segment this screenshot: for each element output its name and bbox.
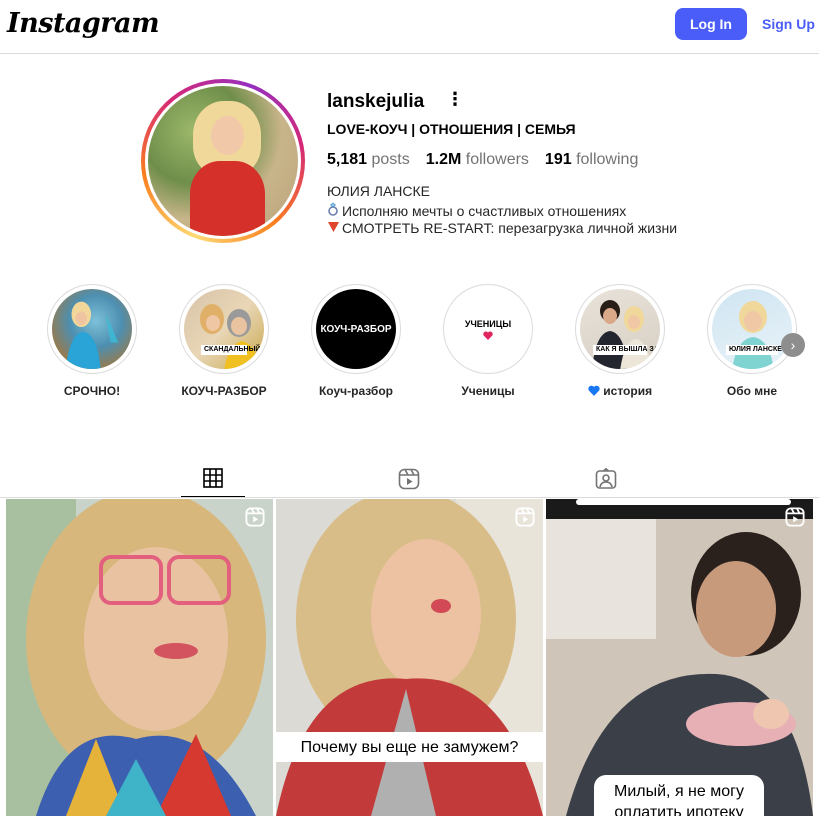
highlight-label: Обо мне bbox=[726, 384, 778, 398]
highlight-cover bbox=[52, 289, 132, 369]
posts-stat: 5,181 posts bbox=[327, 151, 410, 169]
highlight-cover: УЧЕНИЦЫ bbox=[448, 289, 528, 369]
post-image bbox=[276, 499, 543, 816]
highlight-cover: СКАНДАЛЬНЫЙ РАЗВОД bbox=[184, 289, 264, 369]
highlight-couch-razbor[interactable]: КОУЧ-РАЗБОР Коуч-разбор bbox=[306, 284, 406, 398]
highlights-next-arrow-icon[interactable]: › bbox=[781, 333, 805, 357]
blue-heart-icon bbox=[588, 385, 600, 396]
post-image bbox=[546, 499, 813, 816]
post-tile-2[interactable]: Почему вы еще не замужем? bbox=[276, 499, 543, 816]
highlight-label-text: история bbox=[603, 384, 653, 398]
highlight-label: Коуч-разбор bbox=[318, 384, 394, 398]
post-tile-1[interactable] bbox=[6, 499, 273, 816]
post-caption: Почему вы еще не замужем? bbox=[276, 732, 543, 762]
posts-label: posts bbox=[371, 151, 410, 168]
highlight-tag: ЮЛИЯ ЛАНСКЕ bbox=[726, 345, 782, 355]
reel-badge-icon bbox=[245, 507, 265, 527]
post-tile-3[interactable]: Милый, я не могу оплатить ипотеку bbox=[546, 499, 813, 816]
signup-link[interactable]: Sign Up bbox=[762, 16, 815, 32]
highlight-label: СРОЧНО! bbox=[63, 384, 121, 398]
bio-line-2: СМОТРЕТЬ RE-START: перезагрузка личной ж… bbox=[327, 220, 677, 236]
highlight-istoriya[interactable]: КАК Я ВЫШЛА ЗАМУЖ история bbox=[570, 284, 670, 398]
highlight-tag: КАК Я ВЫШЛА ЗАМУЖ bbox=[593, 345, 660, 355]
following-count: 191 bbox=[544, 151, 572, 168]
bio-line-1: Исполняю мечты о счастливых отношениях bbox=[327, 202, 626, 219]
tagged-icon bbox=[595, 468, 617, 489]
tab-reels[interactable] bbox=[377, 460, 441, 498]
highlight-label: КОУЧ-РАЗБОР bbox=[181, 384, 267, 398]
ring-icon bbox=[327, 202, 342, 219]
post-caption-line-2: оплатить ипотеку bbox=[614, 804, 744, 816]
highlight-cover: КОУЧ-РАЗБОР bbox=[316, 289, 396, 369]
login-button[interactable]: Log In bbox=[675, 8, 747, 40]
tabs-divider bbox=[0, 497, 819, 498]
profile-avatar[interactable] bbox=[141, 79, 305, 243]
bio-line-2-text: СМОТРЕТЬ RE-START: перезагрузка личной ж… bbox=[342, 220, 678, 236]
followers-stat[interactable]: 1.2M followers bbox=[426, 151, 529, 169]
profile-headline: LOVE-КОУЧ | ОТНОШЕНИЯ | СЕМЬЯ bbox=[327, 121, 576, 137]
tab-tagged[interactable] bbox=[574, 460, 638, 498]
post-image bbox=[6, 499, 273, 816]
instagram-logo[interactable]: Instagram bbox=[7, 8, 160, 39]
avatar-photo bbox=[148, 86, 298, 236]
post-caption: Милый, я не могу оплатить ипотеку bbox=[594, 775, 764, 816]
highlight-label: история bbox=[570, 384, 670, 398]
heart-icon bbox=[483, 331, 493, 340]
highlight-cover: ЮЛИЯ ЛАНСКЕ bbox=[712, 289, 792, 369]
following-label: following bbox=[576, 151, 639, 168]
following-stat[interactable]: 191 following bbox=[545, 151, 638, 169]
posts-count: 5,181 bbox=[327, 151, 368, 168]
reel-badge-icon bbox=[515, 507, 535, 527]
highlight-cover: КАК Я ВЫШЛА ЗАМУЖ bbox=[580, 289, 660, 369]
down-triangle-icon bbox=[327, 220, 342, 236]
profile-username: lanskejulia bbox=[327, 91, 425, 112]
highlight-label: Ученицы bbox=[461, 384, 515, 398]
reels-icon bbox=[398, 468, 420, 490]
reel-badge-icon bbox=[785, 507, 805, 527]
highlight-uchenitsy[interactable]: УЧЕНИЦЫ Ученицы bbox=[438, 284, 538, 398]
top-bar: Instagram Log In Sign Up bbox=[0, 0, 819, 54]
highlight-tag: КОУЧ-РАЗБОР bbox=[320, 323, 392, 335]
highlight-couch-razbor-caps[interactable]: СКАНДАЛЬНЫЙ РАЗВОД КОУЧ-РАЗБОР bbox=[174, 284, 274, 398]
bio-line-1-text: Исполняю мечты о счастливых отношениях bbox=[342, 203, 627, 219]
profile-stats: 5,181 posts 1.2M followers 191 following bbox=[327, 151, 638, 169]
post-caption-line-1: Милый, я не могу bbox=[614, 783, 744, 800]
followers-label: followers bbox=[465, 151, 529, 168]
profile-full-name: ЮЛИЯ ЛАНСКЕ bbox=[327, 183, 431, 199]
tab-posts-grid[interactable] bbox=[181, 460, 245, 498]
highlight-tag: СКАНДАЛЬНЫЙ РАЗВОД bbox=[201, 345, 264, 355]
more-options-icon[interactable]: ⋮ bbox=[446, 89, 464, 109]
highlight-tag: УЧЕНИЦЫ bbox=[464, 318, 512, 329]
followers-count: 1.2M bbox=[425, 151, 462, 168]
highlight-srochno[interactable]: СРОЧНО! bbox=[42, 284, 142, 398]
grid-icon bbox=[203, 468, 223, 488]
